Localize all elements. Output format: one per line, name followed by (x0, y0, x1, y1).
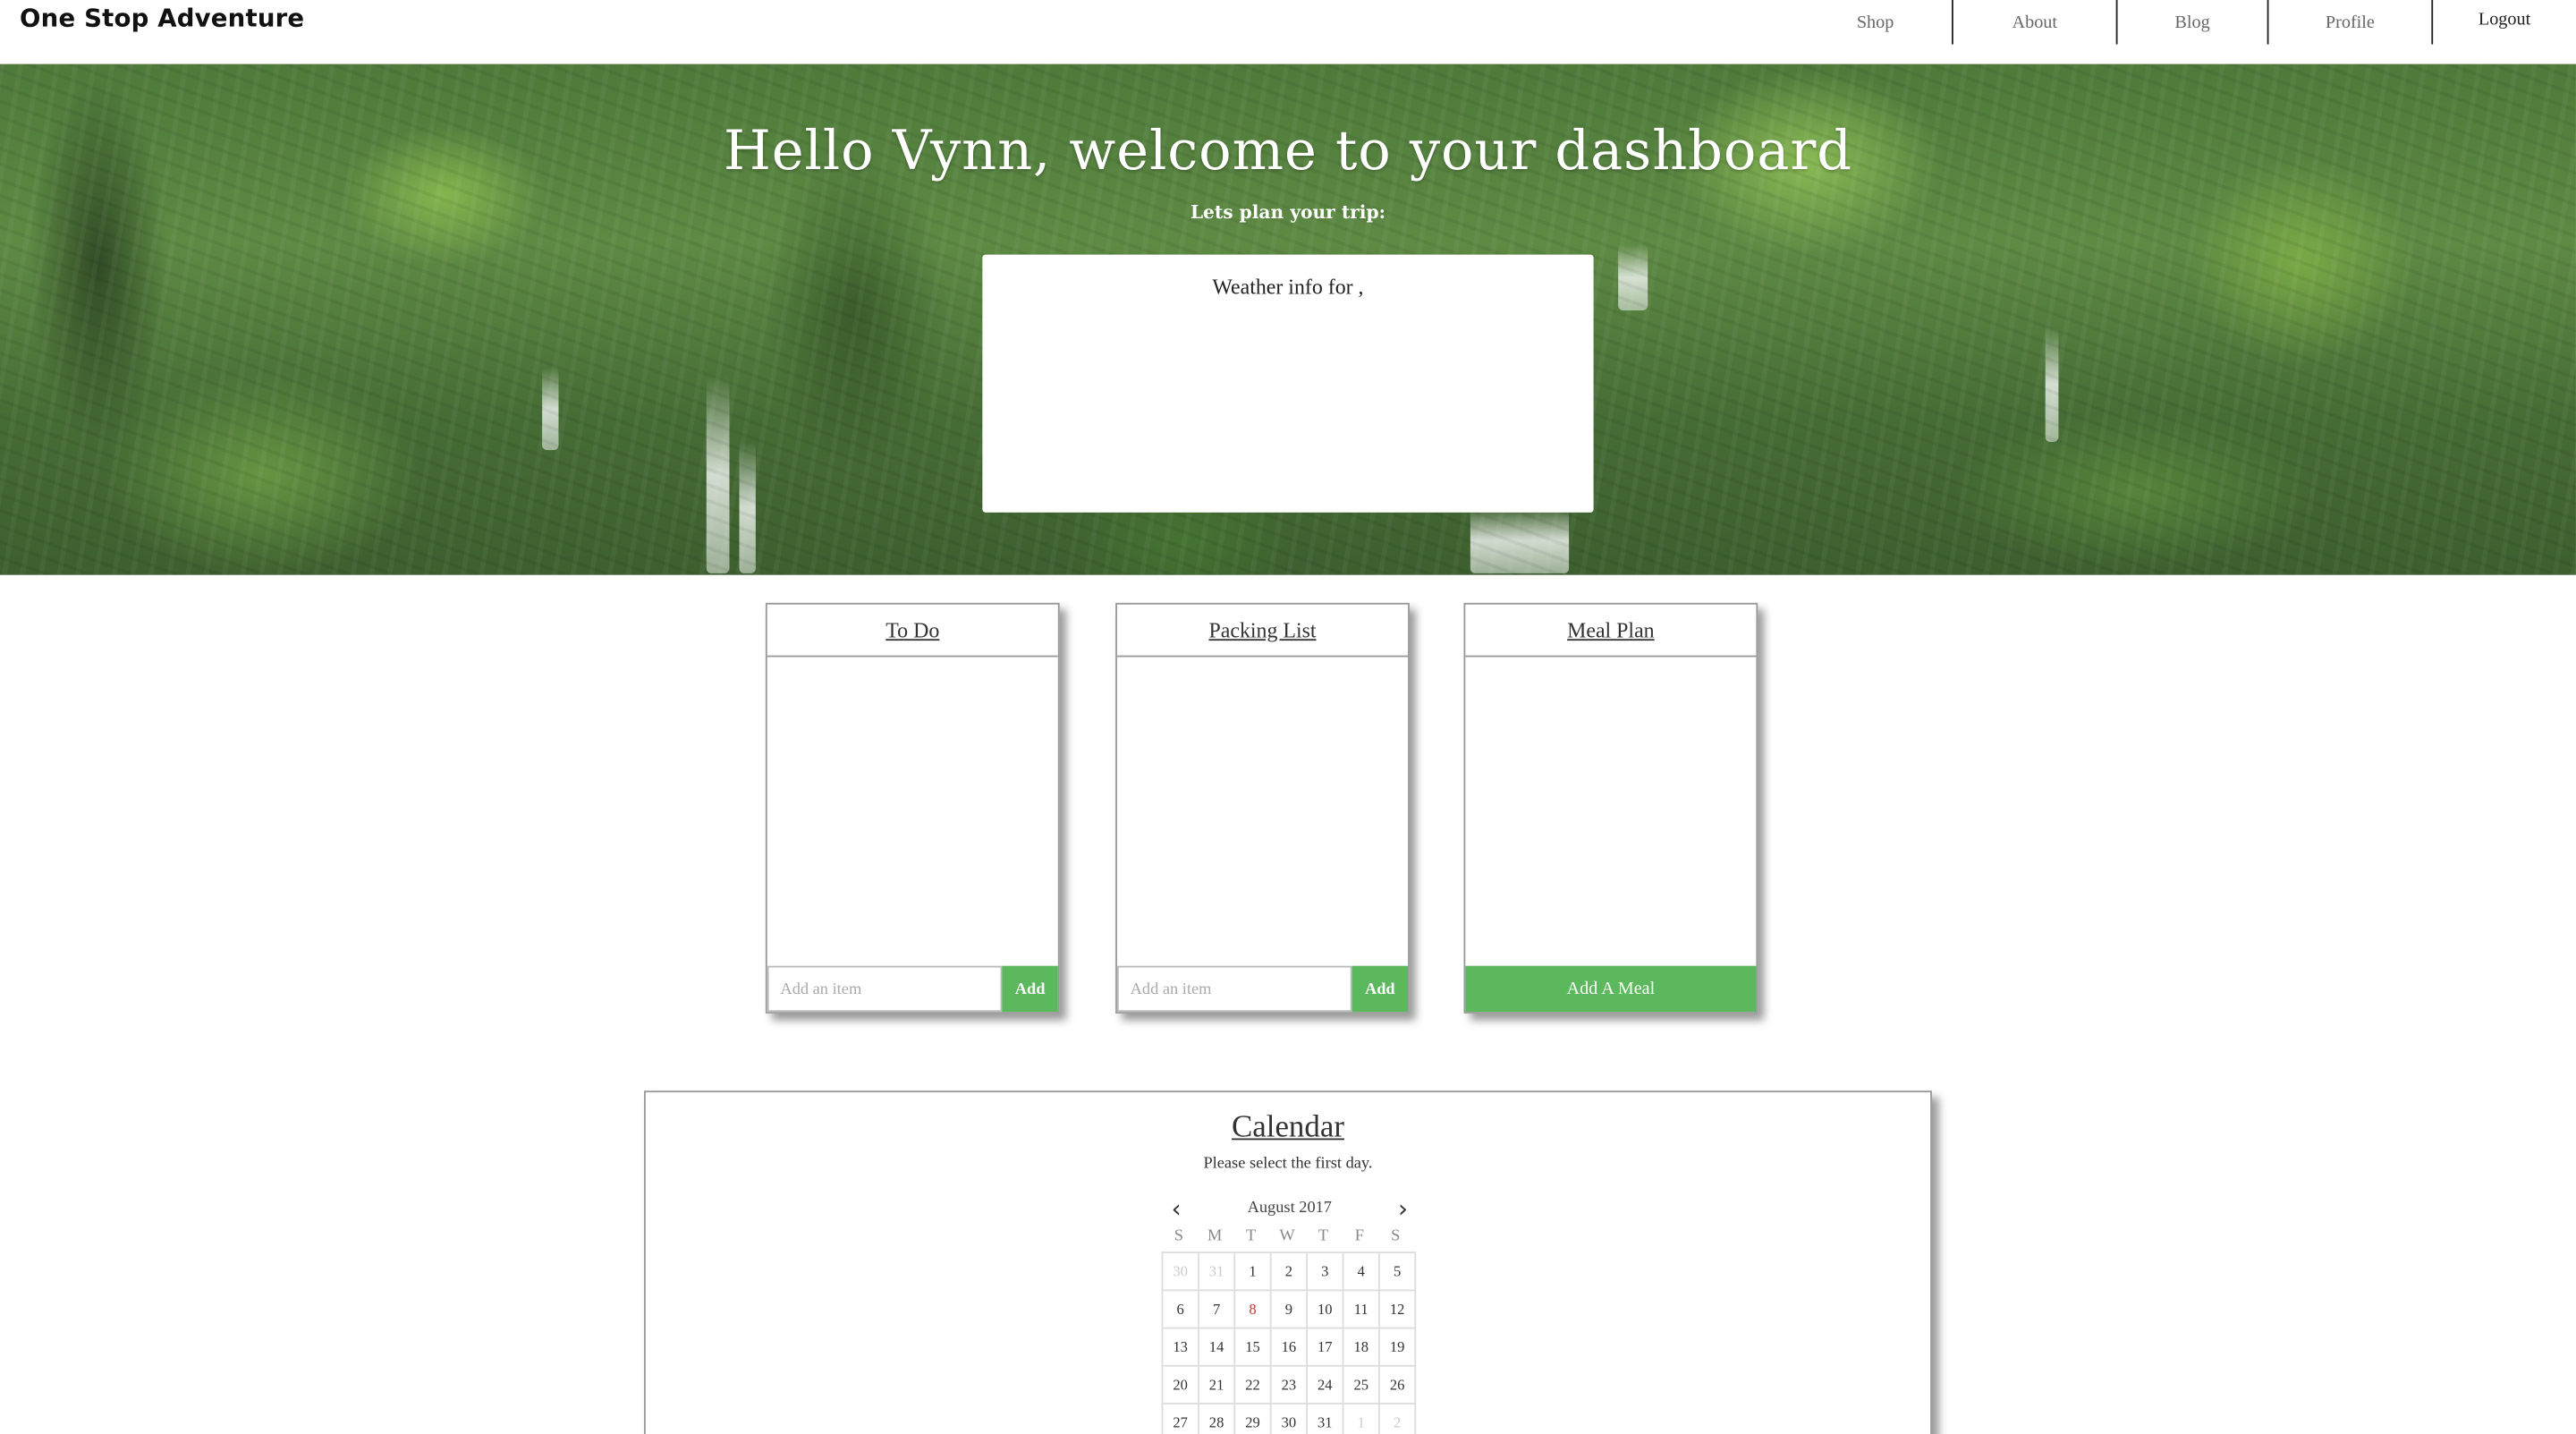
meal-card-footer: Add A Meal (1465, 965, 1757, 1013)
nav-about[interactable]: About (1953, 0, 2118, 45)
packing-card-footer: Add (1116, 965, 1409, 1013)
calendar-day[interactable]: 29 (1235, 1404, 1272, 1434)
calendar-day[interactable]: 2 (1271, 1253, 1309, 1292)
todo-card: To Do Add (765, 602, 1060, 1014)
calendar-day[interactable]: 17 (1308, 1328, 1344, 1367)
dashboard-subtitle: Lets plan your trip: (1190, 201, 1386, 224)
packing-list (1117, 657, 1408, 967)
calendar-panel: Calendar Please select the first day. ‹ … (643, 1090, 1932, 1434)
todo-list (767, 657, 1058, 967)
todo-title[interactable]: To Do (886, 616, 939, 642)
page: One Stop Adventure Shop About Blog Profi… (0, 0, 2576, 1434)
calendar-day[interactable]: 21 (1199, 1366, 1236, 1404)
calendar-day[interactable]: 7 (1199, 1291, 1236, 1329)
weekday-label: M (1208, 1226, 1224, 1245)
weather-title: Weather info for , (1212, 274, 1364, 300)
calendar-day[interactable]: 26 (1379, 1366, 1417, 1404)
meal-card: Meal Plan Add A Meal (1463, 602, 1758, 1014)
hero-waterfall-graphic (1618, 244, 1648, 311)
nav-logout[interactable]: Logout (2433, 0, 2576, 45)
packing-input[interactable] (1116, 965, 1352, 1013)
calendar-day[interactable]: 1 (1235, 1253, 1272, 1292)
todo-card-header: To Do (767, 605, 1058, 658)
nav-blog[interactable]: Blog (2118, 0, 2269, 45)
calendar-day[interactable]: 11 (1343, 1291, 1380, 1329)
weekday-label: F (1354, 1226, 1366, 1245)
datepicker-month-label: August 2017 (1247, 1199, 1333, 1218)
packing-card: Packing List Add (1115, 602, 1410, 1014)
calendar-day[interactable]: 30 (1272, 1404, 1309, 1434)
calendar-day[interactable]: 13 (1163, 1328, 1199, 1367)
datepicker-header: ‹ August 2017 › (1162, 1191, 1419, 1226)
calendar-day[interactable]: 10 (1308, 1291, 1344, 1329)
todo-add-button[interactable]: Add (1002, 965, 1058, 1013)
hero-banner: Hello Vynn, welcome to your dashboard Le… (0, 64, 2576, 575)
calendar-day[interactable]: 28 (1199, 1404, 1236, 1434)
datepicker-weekdays: SMTWTFS (1162, 1227, 1419, 1252)
navbar: One Stop Adventure Shop About Blog Profi… (0, 0, 2576, 64)
calendar-day[interactable]: 24 (1308, 1366, 1344, 1404)
dashboard-greeting: Hello Vynn, welcome to your dashboard (723, 118, 1852, 182)
nav-menu: Shop About Blog Profile Logout (1799, 0, 2576, 45)
hero-waterfall-graphic (542, 368, 559, 451)
weekday-label: W (1279, 1226, 1297, 1245)
calendar-day[interactable]: 20 (1163, 1366, 1199, 1404)
calendar-day[interactable]: 18 (1343, 1328, 1380, 1367)
calendar-day[interactable]: 16 (1271, 1328, 1309, 1367)
hero-waterfall-graphic (739, 441, 756, 573)
nav-shop[interactable]: Shop (1799, 0, 1953, 45)
calendar-day-other-month[interactable]: 30 (1163, 1253, 1199, 1292)
calendar-day[interactable]: 31 (1308, 1404, 1344, 1434)
weekday-label: T (1246, 1226, 1258, 1245)
calendar-day[interactable]: 27 (1163, 1404, 1199, 1434)
datepicker-days: 30 31 1 2 3 4 5 6 7 8 9 10 11 12 13 14 15 16 17 18 19 20 21 22 2… (1161, 1252, 1417, 1434)
meal-list (1465, 657, 1756, 967)
nav-profile[interactable]: Profile (2268, 0, 2434, 45)
calendar-title: Calendar (1231, 1110, 1344, 1145)
add-meal-button[interactable]: Add A Meal (1465, 965, 1757, 1013)
weekday-label: S (1391, 1226, 1402, 1245)
calendar-day[interactable]: 19 (1379, 1328, 1417, 1367)
calendar-day[interactable]: 9 (1271, 1291, 1309, 1329)
datepicker: ‹ August 2017 › SMTWTFS 30 31 1 2 3 4 5 6 7 8 9 10 1… (1161, 1191, 1419, 1434)
weekday-label: S (1174, 1226, 1185, 1245)
calendar-day[interactable]: 5 (1379, 1253, 1417, 1292)
brand-logo[interactable]: One Stop Adventure (20, 4, 304, 33)
meal-title[interactable]: Meal Plan (1567, 616, 1654, 642)
todo-card-footer: Add (767, 965, 1058, 1013)
calendar-day[interactable]: 15 (1235, 1328, 1272, 1367)
todo-input[interactable] (767, 965, 1003, 1013)
weekday-label: T (1318, 1226, 1330, 1245)
calendar-day[interactable]: 6 (1163, 1291, 1199, 1329)
calendar-day-other-month[interactable]: 2 (1380, 1404, 1417, 1434)
calendar-day-other-month[interactable]: 31 (1199, 1253, 1236, 1292)
calendar-day[interactable]: 3 (1308, 1253, 1344, 1292)
calendar-day[interactable]: 22 (1235, 1366, 1272, 1404)
calendar-instructions: Please select the first day. (1203, 1154, 1373, 1174)
calendar-day[interactable]: 23 (1271, 1366, 1309, 1404)
chevron-left-icon[interactable]: ‹ (1165, 1196, 1188, 1222)
calendar-day[interactable]: 12 (1379, 1291, 1417, 1329)
chevron-right-icon[interactable]: › (1392, 1196, 1415, 1222)
packing-card-header: Packing List (1116, 605, 1409, 658)
hero-waterfall-graphic (1470, 507, 1570, 573)
calendar-day-other-month[interactable]: 1 (1343, 1404, 1380, 1434)
calendar-day[interactable]: 14 (1199, 1328, 1236, 1367)
hero-waterfall-graphic (2045, 327, 2059, 442)
calendar-day[interactable]: 4 (1343, 1253, 1380, 1292)
hero-waterfall-graphic (706, 376, 730, 573)
packing-title[interactable]: Packing List (1208, 616, 1316, 642)
weather-panel: Weather info for , (982, 254, 1594, 513)
packing-add-button[interactable]: Add (1352, 965, 1409, 1013)
meal-card-header: Meal Plan (1465, 605, 1757, 658)
calendar-day-today[interactable]: 8 (1235, 1291, 1272, 1329)
calendar-day[interactable]: 25 (1343, 1366, 1380, 1404)
